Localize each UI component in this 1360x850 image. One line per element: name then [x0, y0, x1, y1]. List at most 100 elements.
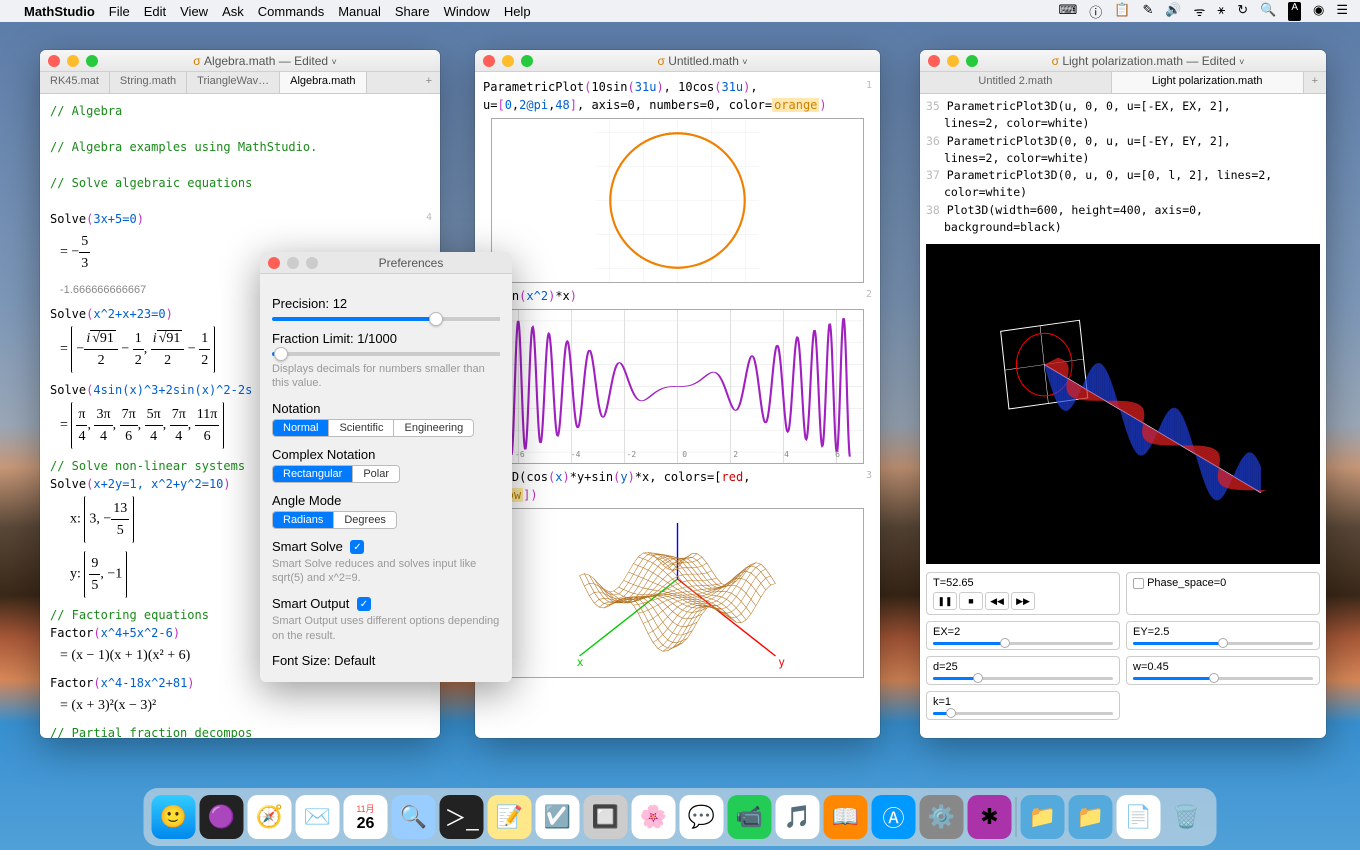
tab-triangle[interactable]: TriangleWav…: [187, 72, 280, 93]
dock-calendar[interactable]: 11月26: [344, 795, 388, 839]
menu-view[interactable]: View: [180, 4, 208, 19]
tab-add-button[interactable]: +: [418, 72, 440, 93]
dock-notes[interactable]: 📝: [488, 795, 532, 839]
dock-doc[interactable]: 📄: [1117, 795, 1161, 839]
seg-radians[interactable]: Radians: [273, 512, 334, 528]
spotlight-icon[interactable]: 🔍: [1260, 2, 1276, 21]
tab-untitled2[interactable]: Untitled 2.math: [920, 72, 1112, 93]
titlebar[interactable]: Preferences: [260, 252, 512, 274]
fraclimit-slider[interactable]: [272, 352, 500, 356]
tick: 0: [682, 449, 687, 461]
seg-engineering[interactable]: Engineering: [394, 420, 473, 436]
smartsolve-checkbox[interactable]: ✓: [350, 540, 364, 554]
stop-button[interactable]: ■: [959, 592, 983, 610]
dock-folder[interactable]: 📁: [1069, 795, 1113, 839]
dock-photos[interactable]: 🌸: [632, 795, 676, 839]
dock-facetime[interactable]: 📹: [728, 795, 772, 839]
close-button[interactable]: [268, 257, 280, 269]
dock-ibooks[interactable]: 📖: [824, 795, 868, 839]
dock-downloads[interactable]: 📁: [1021, 795, 1065, 839]
input-icon[interactable]: A: [1288, 2, 1301, 21]
seg-polar[interactable]: Polar: [353, 466, 399, 482]
w-slider[interactable]: w=0.45: [1126, 656, 1320, 685]
precision-slider[interactable]: [272, 317, 500, 321]
menu-manual[interactable]: Manual: [338, 4, 381, 19]
titlebar[interactable]: σ Untitled.math ˅: [475, 50, 880, 72]
seg-rectangular[interactable]: Rectangular: [273, 466, 353, 482]
smartoutput-checkbox[interactable]: ✓: [357, 597, 371, 611]
notification-icon[interactable]: ☰: [1336, 2, 1348, 21]
tab-algebra[interactable]: Algebra.math: [280, 72, 366, 93]
menu-help[interactable]: Help: [504, 4, 531, 19]
dock-terminal[interactable]: ＞_: [440, 795, 484, 839]
titlebar[interactable]: σ Light polarization.math — Edited ˅: [920, 50, 1326, 72]
window-lightpol: σ Light polarization.math — Edited ˅ Unt…: [920, 50, 1326, 738]
dock-reminders[interactable]: ☑️: [536, 795, 580, 839]
dock-sysprefs[interactable]: ⚙️: [920, 795, 964, 839]
tick: -2: [627, 449, 637, 461]
dock-siri[interactable]: 🟣: [200, 795, 244, 839]
preferences-window: Preferences Precision: 12 Fraction Limit…: [260, 252, 512, 682]
maximize-button[interactable]: [86, 55, 98, 67]
minimize-button[interactable]: [287, 257, 299, 269]
pencil-icon[interactable]: ✎: [1142, 2, 1153, 21]
info-icon[interactable]: ⓘ: [1089, 2, 1102, 21]
timemachine-icon[interactable]: ↻: [1237, 2, 1248, 21]
menu-ask[interactable]: Ask: [222, 4, 244, 19]
menu-window[interactable]: Window: [444, 4, 490, 19]
dock-launchpad[interactable]: 🔲: [584, 795, 628, 839]
tab-lightpol[interactable]: Light polarization.math: [1112, 72, 1304, 93]
k-slider[interactable]: k=1: [926, 691, 1120, 720]
close-button[interactable]: [928, 55, 940, 67]
tabbar: Untitled 2.math Light polarization.math …: [920, 72, 1326, 94]
phasespace-control[interactable]: Phase_space=0: [1126, 572, 1320, 615]
maximize-button[interactable]: [521, 55, 533, 67]
app-menu[interactable]: MathStudio: [24, 4, 95, 19]
tab-string[interactable]: String.math: [110, 72, 187, 93]
dock-safari[interactable]: 🧭: [248, 795, 292, 839]
dock-appstore[interactable]: Ⓐ: [872, 795, 916, 839]
bluetooth-icon[interactable]: ⚹: [1217, 2, 1225, 21]
menu-edit[interactable]: Edit: [144, 4, 166, 19]
editor[interactable]: 35 ParametricPlot3D(u, 0, 0, u=[-EX, EX,…: [920, 94, 1326, 240]
close-button[interactable]: [483, 55, 495, 67]
wifi-icon[interactable]: ᯤ: [1194, 2, 1206, 21]
maximize-button[interactable]: [306, 257, 318, 269]
dock-preview[interactable]: 🔍: [392, 795, 436, 839]
notation-segmented[interactable]: Normal Scientific Engineering: [272, 419, 474, 437]
titlebar[interactable]: σ Algebra.math — Edited ˅: [40, 50, 440, 72]
dock-finder[interactable]: 🙂: [152, 795, 196, 839]
minimize-button[interactable]: [502, 55, 514, 67]
menu-file[interactable]: File: [109, 4, 130, 19]
menu-commands[interactable]: Commands: [258, 4, 324, 19]
forward-button[interactable]: ▶▶: [1011, 592, 1035, 610]
menu-share[interactable]: Share: [395, 4, 430, 19]
complex-segmented[interactable]: Rectangular Polar: [272, 465, 400, 483]
dock-mathstudio[interactable]: ✱: [968, 795, 1012, 839]
dock-trash[interactable]: 🗑️: [1165, 795, 1209, 839]
angle-segmented[interactable]: Radians Degrees: [272, 511, 397, 529]
dock-mail[interactable]: ✉️: [296, 795, 340, 839]
tab-add-button[interactable]: +: [1304, 72, 1326, 93]
clipboard-icon[interactable]: 📋: [1114, 2, 1130, 21]
editor[interactable]: 1ParametricPlot(10sin(31u), 10cos(31u), …: [475, 72, 880, 688]
d-slider[interactable]: d=25: [926, 656, 1120, 685]
pause-button[interactable]: ❚❚: [933, 592, 957, 610]
maximize-button[interactable]: [966, 55, 978, 67]
rewind-button[interactable]: ◀◀: [985, 592, 1009, 610]
close-button[interactable]: [48, 55, 60, 67]
ey-slider[interactable]: EY=2.5: [1126, 621, 1320, 650]
dock-messages[interactable]: 💬: [680, 795, 724, 839]
seg-scientific[interactable]: Scientific: [329, 420, 394, 436]
seg-normal[interactable]: Normal: [273, 420, 329, 436]
dock-itunes[interactable]: 🎵: [776, 795, 820, 839]
smartsolve-help: Smart Solve reduces and solves input lik…: [272, 557, 500, 586]
minimize-button[interactable]: [67, 55, 79, 67]
minimize-button[interactable]: [947, 55, 959, 67]
ex-slider[interactable]: EX=2: [926, 621, 1120, 650]
seg-degrees[interactable]: Degrees: [334, 512, 396, 528]
sync-icon[interactable]: ◉: [1313, 2, 1324, 21]
volume-icon[interactable]: 🔊: [1165, 2, 1181, 21]
battery-icon[interactable]: ⌨︎: [1058, 2, 1077, 21]
tab-rk45[interactable]: RK45.mat: [40, 72, 110, 93]
